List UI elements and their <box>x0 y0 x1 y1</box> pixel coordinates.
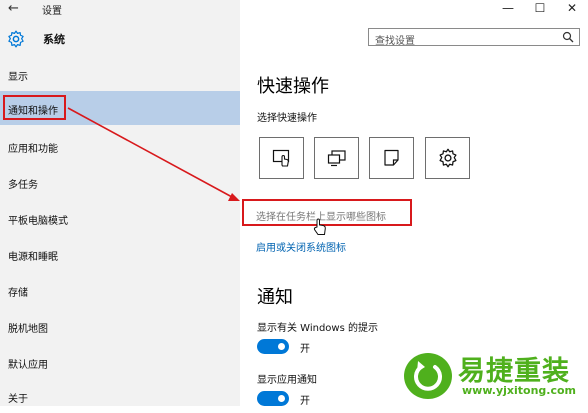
annotation-arrow <box>67 107 240 201</box>
watermark-brand: 易捷重装 <box>458 356 570 387</box>
watermark-logo <box>404 353 452 399</box>
watermark: 易捷重装 www.yjxitong.com <box>398 349 586 404</box>
watermark-url: www.yjxitong.com <box>462 384 577 397</box>
